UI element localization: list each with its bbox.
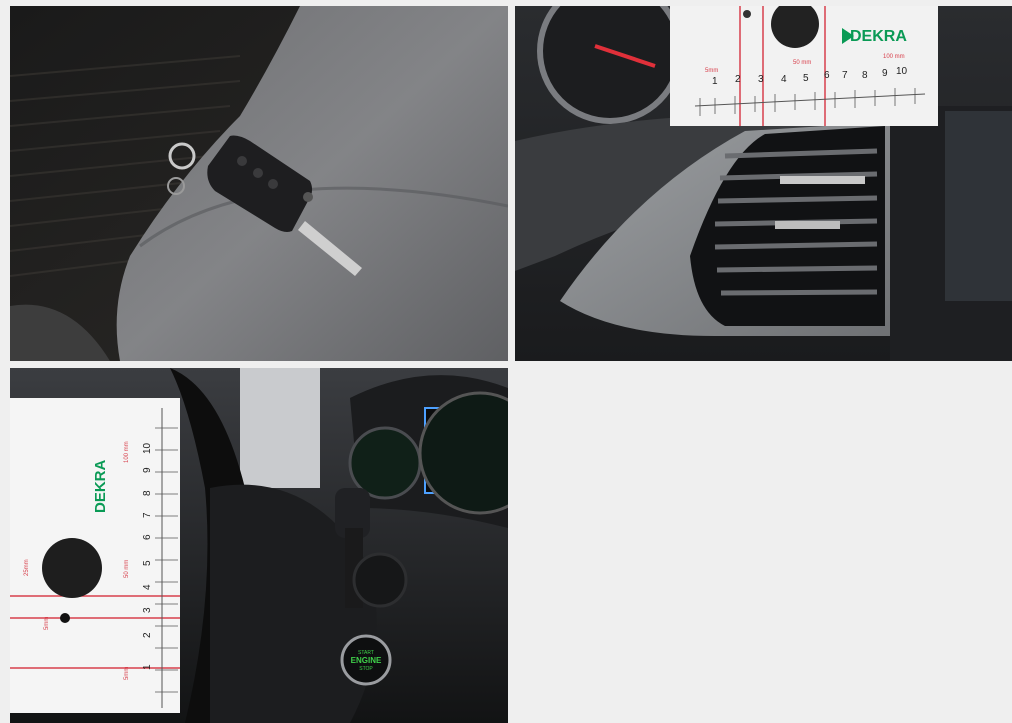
- svg-text:9: 9: [142, 467, 153, 473]
- svg-text:7: 7: [142, 512, 153, 518]
- ruler-label-100mm: 100 mm: [883, 54, 905, 60]
- svg-text:10: 10: [142, 442, 153, 454]
- ruler-label-5mm: 5mm: [705, 68, 718, 74]
- svg-text:5: 5: [142, 560, 153, 566]
- svg-text:2: 2: [142, 632, 153, 638]
- photo-car-key[interactable]: [10, 6, 508, 361]
- empty-grid-cell: [515, 368, 1012, 723]
- dekra-logo-text-vertical: DEKRA: [92, 459, 109, 513]
- engine-start-stop-button: START ENGINE STOP: [340, 634, 392, 686]
- svg-text:7: 7: [842, 70, 848, 81]
- svg-text:ENGINE: ENGINE: [351, 656, 382, 665]
- dekra-logo-text: DEKRA: [850, 28, 907, 45]
- svg-text:5mm: 5mm: [124, 667, 130, 680]
- svg-text:4: 4: [781, 74, 787, 85]
- svg-text:6: 6: [142, 534, 153, 540]
- svg-text:5: 5: [803, 73, 809, 84]
- svg-text:1: 1: [712, 76, 718, 87]
- dekra-ruler-card: DEKRA 5mm 50 mm 100 mm 1 2 3 4 5 6 7 8 9…: [670, 6, 938, 126]
- svg-text:8: 8: [142, 490, 153, 496]
- svg-text:8: 8: [862, 70, 868, 81]
- photo-air-vent[interactable]: DEKRA 5mm 50 mm 100 mm 1 2 3 4 5 6 7 8 9…: [515, 6, 1012, 361]
- car-key-image: [10, 6, 508, 361]
- svg-text:100 mm: 100 mm: [124, 441, 130, 463]
- svg-text:4: 4: [142, 584, 153, 590]
- ignition-image: START ENGINE STOP DEKRA 25mm 5mm 50 mm 1…: [10, 368, 508, 723]
- svg-text:3: 3: [142, 607, 153, 613]
- svg-text:2: 2: [735, 74, 741, 85]
- svg-text:1: 1: [142, 664, 153, 670]
- air-vent-image: DEKRA 5mm 50 mm 100 mm 1 2 3 4 5 6 7 8 9…: [515, 6, 1012, 361]
- svg-text:25mm: 25mm: [24, 559, 30, 576]
- svg-text:10: 10: [896, 66, 908, 77]
- svg-text:6: 6: [824, 70, 830, 81]
- dekra-ruler-card: DEKRA 25mm 5mm 50 mm 100 mm 5mm 1 2 3 4 …: [10, 398, 180, 713]
- ruler-label-50mm: 50 mm: [793, 60, 811, 66]
- svg-text:5mm: 5mm: [44, 617, 50, 630]
- svg-text:9: 9: [882, 68, 888, 79]
- svg-text:STOP: STOP: [359, 666, 373, 672]
- svg-text:50 mm: 50 mm: [124, 560, 130, 578]
- photo-ignition[interactable]: START ENGINE STOP DEKRA 25mm 5mm 50 mm 1…: [10, 368, 508, 723]
- photo-gallery: DEKRA 5mm 50 mm 100 mm 1 2 3 4 5 6 7 8 9…: [0, 0, 1012, 723]
- svg-text:3: 3: [758, 74, 764, 85]
